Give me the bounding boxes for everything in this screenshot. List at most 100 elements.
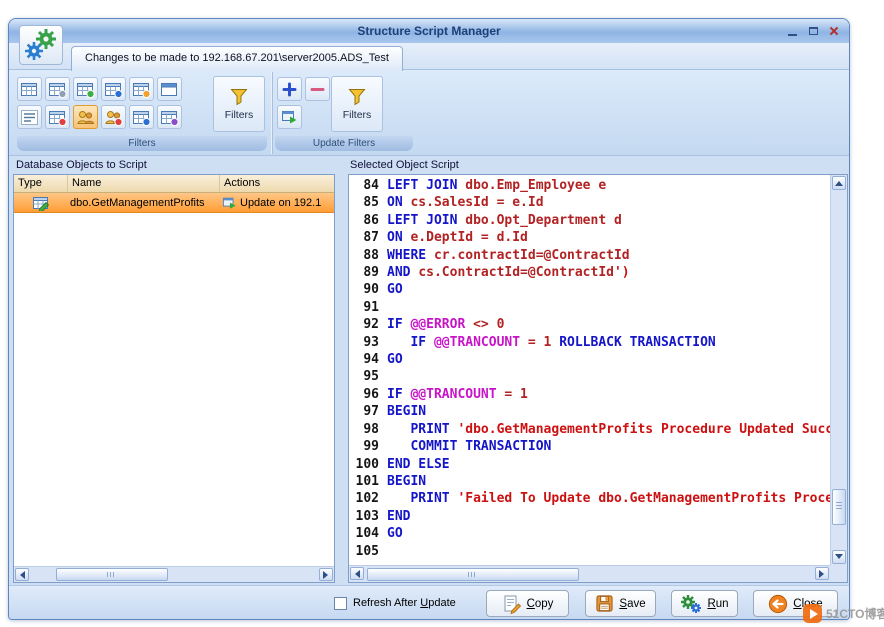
- rules-filter-icon[interactable]: [157, 105, 182, 129]
- schemas-filter-icon[interactable]: [129, 105, 154, 129]
- down-arrow-icon: [835, 554, 843, 563]
- object-action-cell: Update on 192.1: [220, 196, 334, 210]
- code-line: 89AND cs.ContractId=@ContractId'): [353, 264, 830, 281]
- left-horizontal-scrollbar[interactable]: [14, 566, 334, 582]
- refresh-after-update-checkbox[interactable]: [334, 597, 347, 610]
- code-line: 103END: [353, 508, 830, 525]
- column-header-actions[interactable]: Actions: [220, 175, 334, 192]
- roles-filter-icon[interactable]: [101, 105, 126, 129]
- keys-filter-icon[interactable]: [45, 105, 70, 129]
- code-line: 96IF @@TRANCOUNT = 1: [353, 386, 830, 403]
- tab-changes[interactable]: Changes to be made to 192.168.67.201\ser…: [71, 46, 403, 71]
- scroll-right-button[interactable]: [319, 568, 333, 581]
- line-number: 91: [353, 299, 379, 316]
- save-icon: [595, 594, 614, 613]
- line-number: 100: [353, 456, 379, 473]
- code-line: 86LEFT JOIN dbo.Opt_Department d: [353, 212, 830, 229]
- triggers-filter-icon[interactable]: [129, 77, 154, 101]
- remove-filter-button[interactable]: [305, 77, 330, 101]
- code-text: ON e.DeptId = d.Id: [387, 229, 528, 246]
- update-filters-button-label: Filters: [343, 109, 372, 121]
- run-button-label: Run: [707, 598, 728, 610]
- filters-button[interactable]: Filters: [213, 76, 265, 132]
- line-number: 95: [353, 368, 379, 385]
- close-button[interactable]: [825, 23, 843, 39]
- line-number: 102: [353, 490, 379, 507]
- line-number: 97: [353, 403, 379, 420]
- code-line: 88WHERE cr.contractId=@ContractId: [353, 247, 830, 264]
- filters-group-label: Filters: [17, 136, 267, 151]
- line-number: 105: [353, 543, 379, 560]
- line-number: 90: [353, 281, 379, 298]
- refresh-after-update-label[interactable]: Refresh After Update: [353, 597, 456, 609]
- list-filter-icon[interactable]: [17, 105, 42, 129]
- scrollbar-thumb[interactable]: [832, 489, 846, 525]
- right-horizontal-scrollbar[interactable]: [349, 565, 830, 582]
- line-number: 94: [353, 351, 379, 368]
- code-line: 105: [353, 543, 830, 560]
- line-number: 93: [353, 334, 379, 351]
- line-number: 104: [353, 525, 379, 542]
- minimize-button[interactable]: [783, 23, 801, 39]
- window-controls: [783, 23, 843, 39]
- line-number: 84: [353, 177, 379, 194]
- save-button[interactable]: Save: [585, 590, 656, 617]
- code-text: IF @@TRANCOUNT = 1 ROLLBACK TRANSACTION: [387, 334, 716, 351]
- update-filters-button[interactable]: Filters: [331, 76, 383, 132]
- scrollbar-thumb[interactable]: [56, 568, 168, 581]
- gears-icon: [24, 29, 58, 61]
- maximize-button[interactable]: [804, 23, 822, 39]
- line-number: 85: [353, 194, 379, 211]
- left-arrow-icon: [351, 570, 360, 578]
- scroll-left-button[interactable]: [15, 568, 29, 581]
- scroll-right-button[interactable]: [815, 567, 829, 580]
- object-type-cell: [14, 195, 68, 211]
- titlebar: Structure Script Manager: [9, 19, 849, 43]
- procedures-filter-icon[interactable]: [73, 77, 98, 101]
- views-filter-icon[interactable]: [45, 77, 70, 101]
- window-filter-icon[interactable]: [157, 77, 182, 101]
- filters-button-label: Filters: [225, 109, 254, 121]
- code-area[interactable]: 84LEFT JOIN dbo.Emp_Employee e85ON cs.Sa…: [349, 175, 830, 565]
- object-action-label: Update on 192.1: [240, 197, 321, 209]
- tabstrip: Changes to be made to 192.168.67.201\ser…: [9, 43, 849, 70]
- users-filter-icon[interactable]: [73, 105, 98, 129]
- copy-icon: [502, 594, 522, 614]
- scroll-down-button[interactable]: [832, 550, 846, 564]
- scroll-left-button[interactable]: [350, 567, 364, 580]
- left-panel-title: Database Objects to Script: [16, 159, 147, 171]
- code-line: 84LEFT JOIN dbo.Emp_Employee e: [353, 177, 830, 194]
- code-line: 90 GO: [353, 281, 830, 298]
- code-text: GO: [387, 281, 403, 298]
- database-objects-panel: Type Name Actions dbo.GetManagementProfi…: [13, 174, 335, 583]
- code-text: PRINT 'Failed To Update dbo.GetManagemen…: [387, 490, 830, 507]
- maximize-icon: [809, 27, 818, 35]
- code-text: IF @@TRANCOUNT = 1: [387, 386, 528, 403]
- funnel-icon: [347, 87, 367, 106]
- stored-procedure-icon: [32, 195, 50, 211]
- filters-group: Filters Filters: [15, 72, 269, 154]
- scrollbar-thumb[interactable]: [367, 568, 579, 581]
- line-number: 98: [353, 421, 379, 438]
- code-text: COMMIT TRANSACTION: [387, 438, 551, 455]
- filter-icons-row-2: [17, 105, 182, 129]
- watermark-logo: [803, 604, 822, 623]
- scroll-up-button[interactable]: [832, 176, 846, 190]
- code-text: END ELSE: [387, 456, 450, 473]
- copy-button[interactable]: Copy: [486, 590, 569, 617]
- functions-filter-icon[interactable]: [101, 77, 126, 101]
- code-text: BEGIN: [387, 403, 426, 420]
- column-header-type[interactable]: Type: [14, 175, 68, 192]
- minus-icon: [310, 82, 325, 97]
- table-row[interactable]: dbo.GetManagementProfits Update on 192.1: [14, 193, 334, 213]
- tables-filter-icon[interactable]: [17, 77, 42, 101]
- column-header-name[interactable]: Name: [68, 175, 220, 192]
- code-text: BEGIN: [387, 473, 426, 490]
- add-filter-button[interactable]: [277, 77, 302, 101]
- update-target-button[interactable]: [277, 105, 302, 129]
- copy-button-label: Copy: [527, 598, 554, 610]
- run-button[interactable]: Run: [671, 590, 738, 617]
- left-arrow-icon: [16, 571, 25, 579]
- update-filters-group-label: Update Filters: [275, 136, 413, 151]
- vertical-scrollbar[interactable]: [830, 175, 847, 565]
